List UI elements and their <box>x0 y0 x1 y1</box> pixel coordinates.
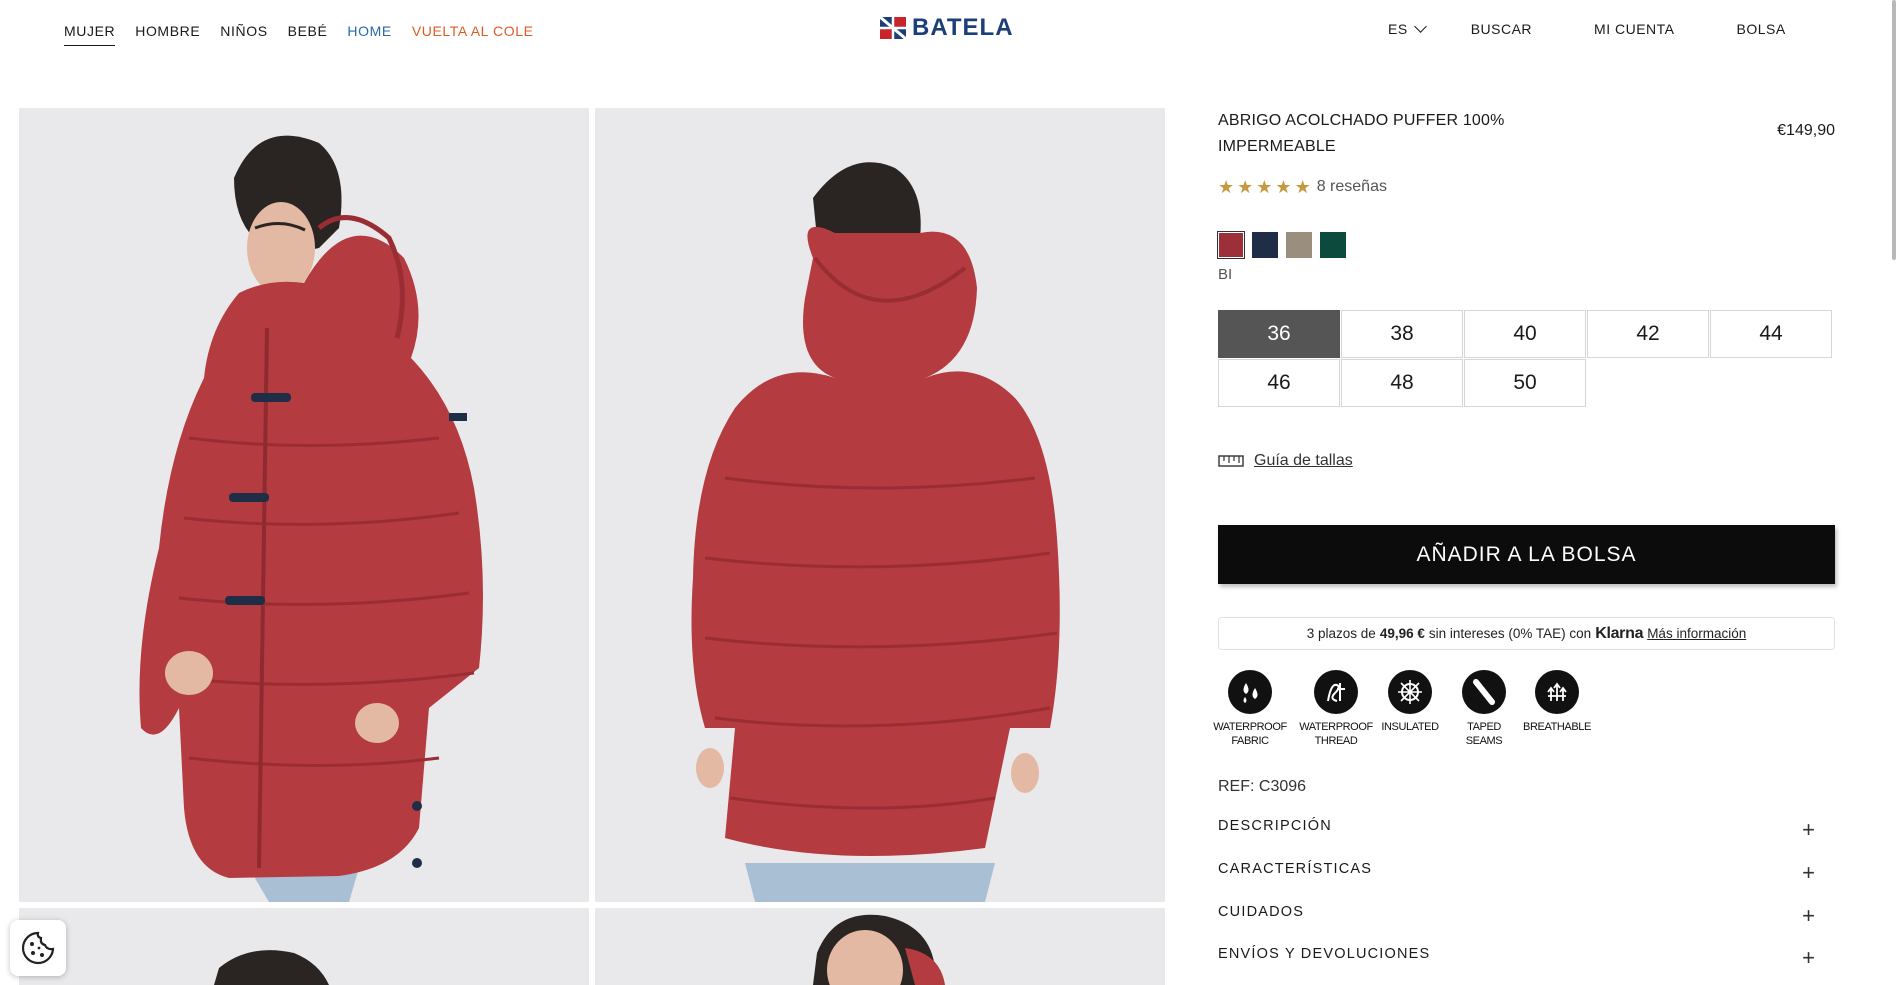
klarna-banner: 3 plazos de 49,96 € sin intereses (0% TA… <box>1218 617 1835 650</box>
brand-logo[interactable]: BATELA <box>880 14 1014 42</box>
taped-seams-icon <box>1462 670 1506 714</box>
star-icon: ★ <box>1294 177 1311 197</box>
feature-label-line1: BREATHABLE <box>1523 721 1591 733</box>
accordion-cuidados[interactable]: CUIDADOS + <box>1218 895 1835 929</box>
feature-waterproof-fabric: WATERPROOF FABRIC <box>1213 670 1287 748</box>
jacket-detail-illustration <box>595 908 1165 985</box>
jacket-side-illustration <box>19 908 589 985</box>
brand-name: BATELA <box>912 14 1014 41</box>
nav-ninos[interactable]: NIÑOS <box>220 23 267 46</box>
language-label: ES <box>1388 21 1408 37</box>
feature-breathable: BREATHABLE <box>1523 670 1591 748</box>
nav-hombre[interactable]: HOMBRE <box>135 23 200 46</box>
klarna-middle: sin intereses (0% TAE) con <box>1428 626 1592 641</box>
accordion-label: DESCRIPCIÓN <box>1218 818 1332 834</box>
feature-label-line1: WATERPROOF <box>1213 721 1287 733</box>
utility-nav: ES BUSCAR MI CUENTA BOLSA <box>1388 20 1848 37</box>
star-icon: ★ <box>1275 177 1292 197</box>
jacket-front-illustration <box>19 108 589 902</box>
feature-label-line1: TAPED SEAMS <box>1465 721 1503 747</box>
accordion-descripcion[interactable]: DESCRIPCIÓN + <box>1218 809 1835 843</box>
size-guide-link[interactable]: Guía de tallas <box>1218 452 1353 470</box>
language-selector[interactable]: ES <box>1388 20 1427 37</box>
size-option[interactable]: 36 <box>1218 310 1340 358</box>
feature-waterproof-thread: WATERPROOF THREAD <box>1299 670 1373 748</box>
swatch-taupe[interactable] <box>1286 232 1312 258</box>
selected-color-name: BI <box>1218 266 1233 283</box>
search-link[interactable]: BUSCAR <box>1471 21 1532 37</box>
star-icon: ★ <box>1218 177 1235 197</box>
product-title: ABRIGO ACOLCHADO PUFFER 100% IMPERMEABLE <box>1218 112 1505 155</box>
swatch-navy[interactable] <box>1252 232 1278 258</box>
product-image-back[interactable] <box>595 108 1165 902</box>
size-option[interactable]: 42 <box>1587 310 1709 358</box>
cookie-icon <box>21 931 55 965</box>
size-guide-label: Guía de tallas <box>1254 452 1353 469</box>
feature-label-line2: THREAD <box>1314 735 1358 747</box>
accordion-label: CUIDADOS <box>1218 904 1305 920</box>
scrollbar-thumb[interactable] <box>1892 0 1896 260</box>
size-option[interactable]: 38 <box>1341 310 1463 358</box>
size-option[interactable]: 48 <box>1341 359 1463 407</box>
reviews-count[interactable]: 8 reseñas <box>1317 178 1387 196</box>
star-icon: ★ <box>1256 177 1273 197</box>
main-nav: MUJER HOMBRE NIÑOS BEBÉ HOME VUELTA AL C… <box>64 23 534 46</box>
insulated-icon <box>1388 670 1432 714</box>
klarna-logo: Klarna <box>1595 624 1644 642</box>
klarna-more-info-link[interactable]: Más información <box>1647 626 1746 641</box>
plus-icon: + <box>1802 860 1815 885</box>
accordion-label: ENVÍOS Y DEVOLUCIONES <box>1218 946 1431 962</box>
add-to-bag-button[interactable]: AÑADIR A LA BOLSA <box>1218 525 1835 584</box>
product-image-side[interactable] <box>19 908 589 985</box>
plus-icon: + <box>1802 817 1815 842</box>
breathable-icon <box>1535 670 1579 714</box>
size-option[interactable]: 40 <box>1464 310 1586 358</box>
product-reference: REF: C3096 <box>1218 778 1307 795</box>
feature-label-line1: INSULATED <box>1381 721 1439 733</box>
brand-flag-icon <box>880 17 906 39</box>
product-image-front[interactable] <box>19 108 589 902</box>
account-link[interactable]: MI CUENTA <box>1594 21 1674 37</box>
accordion-caracteristicas[interactable]: CARACTERÍSTICAS + <box>1218 852 1835 886</box>
accordion-envios[interactable]: ENVÍOS Y DEVOLUCIONES + <box>1218 937 1835 971</box>
waterproof-thread-icon <box>1314 670 1358 714</box>
product-price: €149,90 <box>1777 122 1835 139</box>
nav-bebe[interactable]: BEBÉ <box>288 23 328 46</box>
star-icon: ★ <box>1237 177 1254 197</box>
color-swatches <box>1217 231 1346 259</box>
feature-insulated: INSULATED <box>1378 670 1442 748</box>
size-option[interactable]: 44 <box>1710 310 1832 358</box>
product-image-detail[interactable] <box>595 908 1165 985</box>
nav-vuelta-al-cole[interactable]: VUELTA AL COLE <box>412 23 534 46</box>
feature-taped-seams: TAPED SEAMS <box>1450 670 1518 748</box>
site-header: MUJER HOMBRE NIÑOS BEBÉ HOME VUELTA AL C… <box>0 0 1896 62</box>
page-scrollbar[interactable] <box>1890 0 1896 260</box>
plus-icon: + <box>1802 945 1815 970</box>
klarna-amount: 49,96 € <box>1379 626 1425 641</box>
bag-link[interactable]: BOLSA <box>1737 21 1786 37</box>
swatch-green[interactable] <box>1320 232 1346 258</box>
feature-badges: WATERPROOF FABRIC WATERPROOF THREAD INSU… <box>1213 670 1591 748</box>
accordion-label: CARACTERÍSTICAS <box>1218 861 1373 877</box>
nav-mujer[interactable]: MUJER <box>64 23 116 46</box>
feature-label-line1: WATERPROOF <box>1299 721 1373 733</box>
plus-icon: + <box>1802 903 1815 928</box>
klarna-prefix: 3 plazos de <box>1306 626 1376 641</box>
cookie-settings-button[interactable] <box>10 920 66 976</box>
swatch-red[interactable] <box>1217 231 1245 259</box>
chevron-down-icon <box>1413 20 1427 33</box>
waterproof-fabric-icon <box>1228 670 1272 714</box>
size-option[interactable]: 46 <box>1218 359 1340 407</box>
nav-home[interactable]: HOME <box>347 23 391 46</box>
size-option[interactable]: 50 <box>1464 359 1586 407</box>
feature-label-line2: FABRIC <box>1231 735 1269 747</box>
jacket-back-illustration <box>595 108 1165 902</box>
ruler-icon <box>1218 455 1244 467</box>
product-rating[interactable]: ★ ★ ★ ★ ★ 8 reseñas <box>1218 178 1387 196</box>
